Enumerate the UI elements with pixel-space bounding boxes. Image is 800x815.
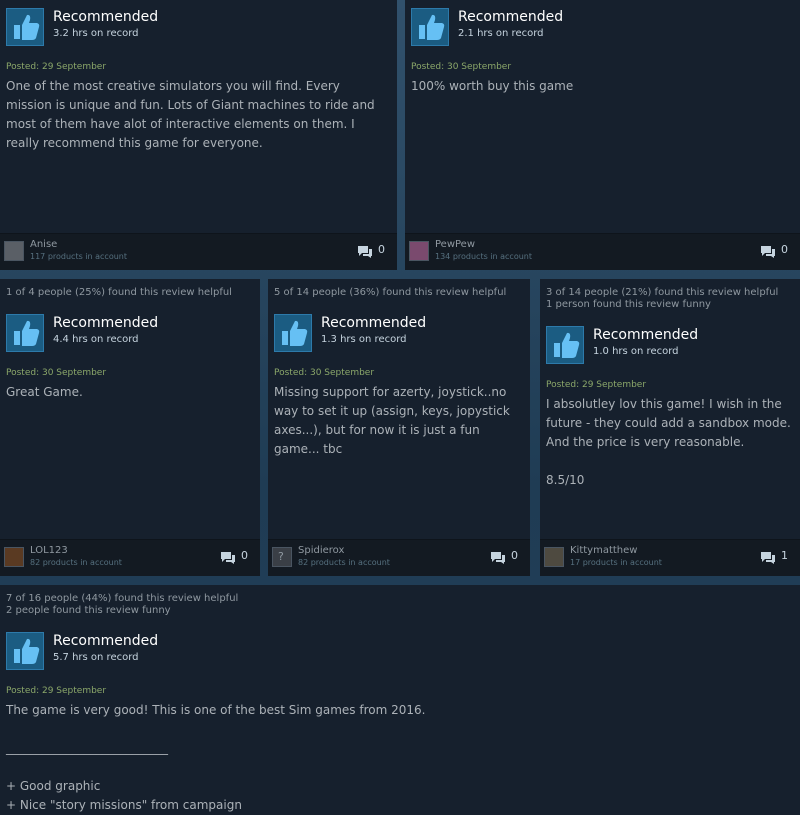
- review-paragraph: I absolutley lov this game! I wish in th…: [546, 397, 791, 449]
- helpful-text: 1 of 4 people (25%) found this review he…: [6, 287, 232, 298]
- review-card: 7 of 16 people (44%) found this review h…: [0, 585, 800, 815]
- products-count: 82 products in account: [30, 558, 122, 567]
- vote-header[interactable]: Recommended 5.7 hrs on record: [6, 632, 306, 670]
- posted-date: Posted: 29 September: [6, 62, 107, 72]
- review-paragraph: Missing support for azerty, joystick..no…: [274, 385, 510, 456]
- vote-header[interactable]: Recommended 2.1 hrs on record: [411, 8, 711, 46]
- vote-header[interactable]: Recommended 4.4 hrs on record: [6, 314, 260, 352]
- comment-icon[interactable]: [220, 550, 236, 564]
- helpful-text: 5 of 14 people (36%) found this review h…: [274, 287, 507, 298]
- review-footer: LOL123 82 products in account 0: [0, 539, 260, 576]
- comment-count: 0: [241, 549, 248, 562]
- hours-on-record: 4.4 hrs on record: [53, 334, 139, 345]
- hours-on-record: 5.7 hrs on record: [53, 652, 139, 663]
- vote-header[interactable]: Recommended 1.0 hrs on record: [546, 326, 800, 364]
- avatar-text: ?: [278, 550, 284, 563]
- avatar[interactable]: [4, 547, 24, 567]
- comment-count: 0: [378, 243, 385, 256]
- avatar[interactable]: [409, 241, 429, 261]
- helpful-info: 7 of 16 people (44%) found this review h…: [6, 593, 238, 617]
- thumbs-up-icon: [6, 314, 44, 352]
- avatar[interactable]: [4, 241, 24, 261]
- hours-on-record: 2.1 hrs on record: [458, 28, 544, 39]
- vote-header[interactable]: Recommended 1.3 hrs on record: [274, 314, 530, 352]
- review-paragraph: Great Game.: [6, 385, 83, 399]
- avatar[interactable]: ?: [272, 547, 292, 567]
- posted-date: Posted: 30 September: [6, 368, 107, 378]
- thumbs-up-icon: [6, 8, 44, 46]
- comment-icon[interactable]: [490, 550, 506, 564]
- review-card: 1 of 4 people (25%) found this review he…: [0, 279, 260, 576]
- review-paragraph: + Nice "story missions" from campaign: [6, 798, 242, 812]
- review-footer: ? Spidierox 82 products in account 0: [268, 539, 530, 576]
- recommendation-title: Recommended: [321, 315, 427, 331]
- review-text: One of the most creative simulators you …: [6, 77, 389, 153]
- review-card: 3 of 14 people (21%) found this review h…: [540, 279, 800, 576]
- review-card: Recommended 3.2 hrs on record Posted: 29…: [0, 0, 397, 270]
- helpful-info: 1 of 4 people (25%) found this review he…: [6, 287, 232, 299]
- products-count: 117 products in account: [30, 252, 127, 261]
- funny-text: 2 people found this review funny: [6, 605, 171, 616]
- review-paragraph: 8.5/10: [546, 473, 585, 487]
- review-text: Great Game.: [6, 383, 252, 402]
- helpful-info: 3 of 14 people (21%) found this review h…: [546, 287, 778, 311]
- review-text: I absolutley lov this game! I wish in th…: [546, 395, 792, 490]
- hours-on-record: 1.0 hrs on record: [593, 346, 679, 357]
- posted-date: Posted: 29 September: [6, 686, 107, 696]
- vote-header[interactable]: Recommended 3.2 hrs on record: [6, 8, 306, 46]
- helpful-info: 5 of 14 people (36%) found this review h…: [274, 287, 506, 299]
- thumbs-up-icon: [274, 314, 312, 352]
- username[interactable]: Anise: [30, 239, 57, 250]
- review-paragraph: + Good graphic: [6, 779, 101, 793]
- funny-text: 1 person found this review funny: [546, 299, 711, 310]
- comment-count: 0: [511, 549, 518, 562]
- posted-date: Posted: 30 September: [274, 368, 375, 378]
- helpful-text: 7 of 16 people (44%) found this review h…: [6, 593, 239, 604]
- review-text: Missing support for azerty, joystick..no…: [274, 383, 522, 459]
- review-paragraph: One of the most creative simulators you …: [6, 79, 375, 150]
- products-count: 17 products in account: [570, 558, 662, 567]
- recommendation-title: Recommended: [458, 9, 564, 25]
- username[interactable]: PewPew: [435, 239, 475, 250]
- recommendation-title: Recommended: [53, 315, 159, 331]
- hours-on-record: 3.2 hrs on record: [53, 28, 139, 39]
- products-count: 82 products in account: [298, 558, 390, 567]
- recommendation-title: Recommended: [593, 327, 699, 343]
- recommendation-title: Recommended: [53, 633, 159, 649]
- avatar[interactable]: [544, 547, 564, 567]
- review-paragraph: ___________________________: [6, 741, 168, 755]
- hours-on-record: 1.3 hrs on record: [321, 334, 407, 345]
- review-card: 5 of 14 people (36%) found this review h…: [268, 279, 530, 576]
- username[interactable]: LOL123: [30, 545, 68, 556]
- comment-icon[interactable]: [760, 244, 776, 258]
- posted-date: Posted: 30 September: [411, 62, 512, 72]
- comment-icon[interactable]: [760, 550, 776, 564]
- recommendation-title: Recommended: [53, 9, 159, 25]
- comment-count: 0: [781, 243, 788, 256]
- comment-count: 1: [781, 549, 788, 562]
- review-footer: PewPew 134 products in account 0: [405, 233, 800, 270]
- thumbs-up-icon: [411, 8, 449, 46]
- review-paragraph: The game is very good! This is one of th…: [6, 703, 426, 717]
- username[interactable]: Spidierox: [298, 545, 344, 556]
- review-footer: Anise 117 products in account 0: [0, 233, 397, 270]
- review-paragraph: 100% worth buy this game: [411, 79, 574, 93]
- helpful-text: 3 of 14 people (21%) found this review h…: [546, 287, 779, 298]
- comment-icon[interactable]: [357, 244, 373, 258]
- thumbs-up-icon: [546, 326, 584, 364]
- review-card: Recommended 2.1 hrs on record Posted: 30…: [405, 0, 800, 270]
- review-text: 100% worth buy this game: [411, 77, 792, 96]
- username[interactable]: Kittymatthew: [570, 545, 637, 556]
- review-footer: Kittymatthew 17 products in account 1: [540, 539, 800, 576]
- thumbs-up-icon: [6, 632, 44, 670]
- posted-date: Posted: 29 September: [546, 380, 647, 390]
- products-count: 134 products in account: [435, 252, 532, 261]
- review-text: The game is very good! This is one of th…: [6, 701, 792, 815]
